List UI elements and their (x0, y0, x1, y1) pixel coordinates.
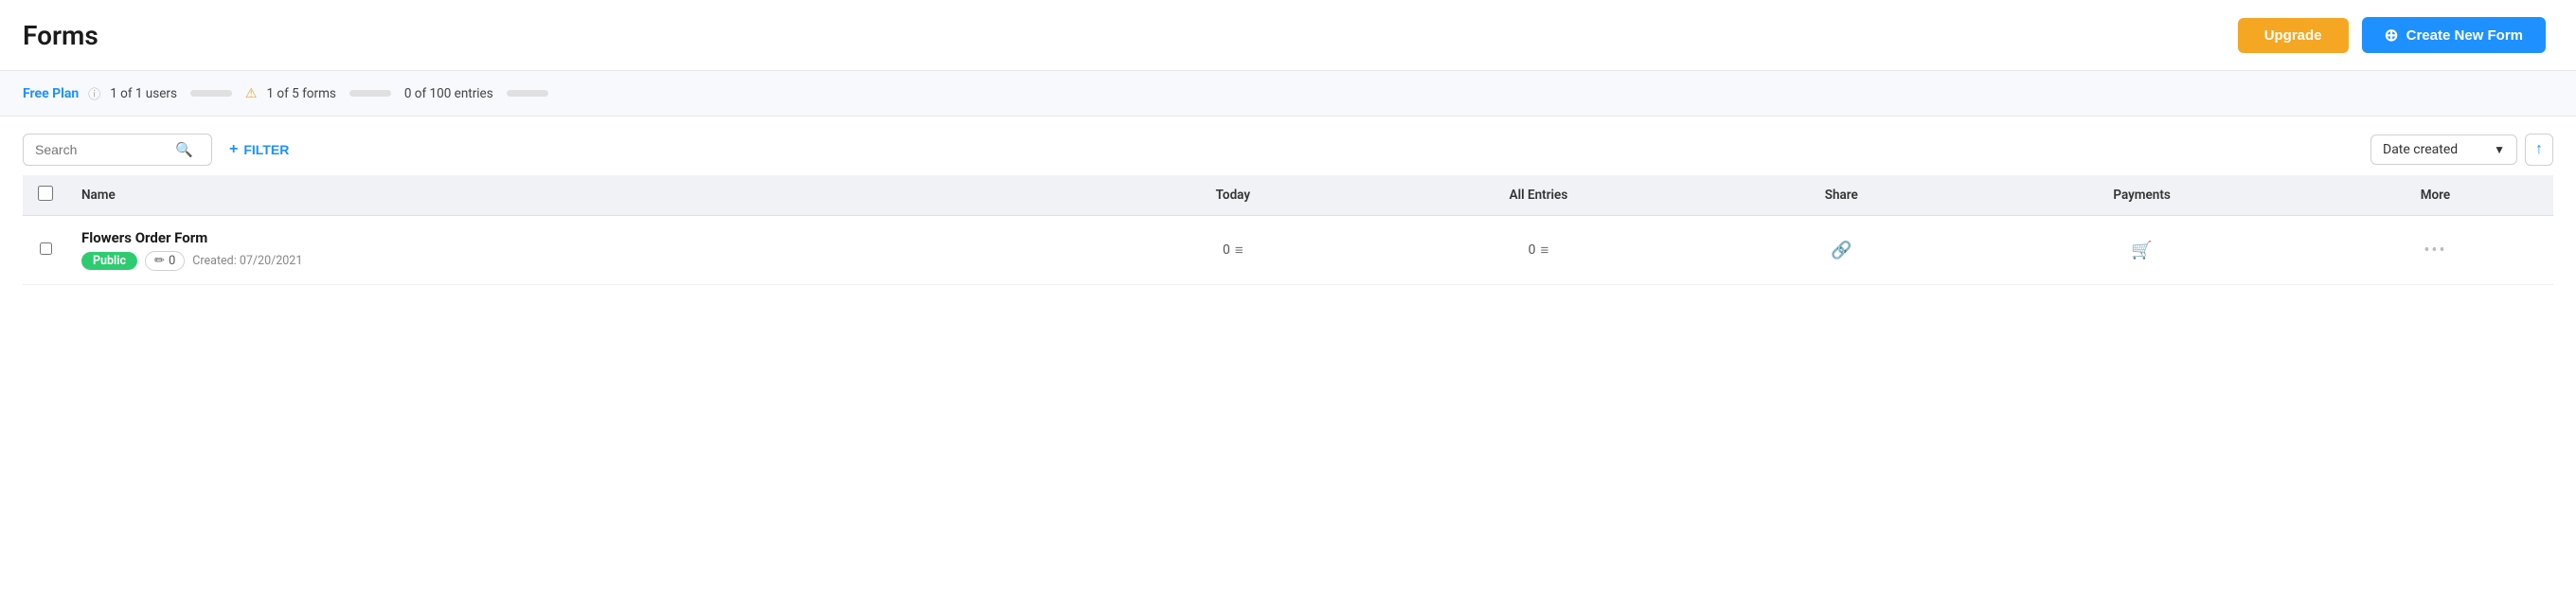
col-today: Today (1105, 175, 1361, 216)
entries-value: 0 (1529, 242, 1536, 258)
users-count: 1 of 1 users (110, 86, 177, 101)
page-header: Forms Upgrade ⊕ Create New Form (0, 0, 2576, 71)
edit-badge[interactable]: ✏ 0 (145, 251, 185, 271)
filter-label: FILTER (243, 142, 289, 157)
search-icon: 🔍 (175, 141, 193, 158)
sort-label: Date created (2383, 142, 2458, 157)
row-name-cell: Flowers Order Form Public ✏ 0 Created: 0… (68, 216, 1105, 285)
create-form-label: Create New Form (2406, 27, 2523, 44)
more-icon[interactable]: ••• (2424, 241, 2446, 260)
row-entries-cell: 0 ≡ (1361, 216, 1717, 285)
plus-circle-icon: ⊕ (2385, 27, 2399, 44)
search-input[interactable] (35, 142, 168, 157)
entries-count: 0 of 100 entries (404, 86, 493, 101)
toolbar-right: Date created ▼ ↑ (2370, 134, 2553, 166)
share-icon[interactable]: 🔗 (1831, 241, 1852, 260)
list-icon-entries: ≡ (1541, 242, 1549, 259)
checkbox-header (23, 175, 68, 216)
form-name: Flowers Order Form (81, 229, 1092, 246)
entries-count: 0 ≡ (1374, 242, 1704, 259)
forms-progress-bar (349, 90, 391, 97)
col-share: Share (1716, 175, 1966, 216)
chevron-down-icon: ▼ (2494, 143, 2505, 156)
toolbar: 🔍 + FILTER Date created ▼ ↑ (0, 117, 2576, 175)
col-all-entries: All Entries (1361, 175, 1717, 216)
row-payments-cell[interactable]: 🛒 (1966, 216, 2317, 285)
toolbar-left: 🔍 + FILTER (23, 134, 289, 166)
select-all-checkbox[interactable] (38, 186, 53, 201)
col-payments: Payments (1966, 175, 2317, 216)
plan-bar: Free Plan ⓘ 1 of 1 users ⚠ 1 of 5 forms … (0, 71, 2576, 117)
filter-plus-icon: + (229, 141, 238, 158)
form-meta: Public ✏ 0 Created: 07/20/2021 (81, 251, 1092, 271)
row-share-cell[interactable]: 🔗 (1716, 216, 1966, 285)
search-box[interactable]: 🔍 (23, 134, 212, 166)
col-more: More (2317, 175, 2553, 216)
today-value: 0 (1223, 242, 1230, 258)
create-form-button[interactable]: ⊕ Create New Form (2362, 17, 2546, 53)
row-today-cell: 0 ≡ (1105, 216, 1361, 285)
warning-icon: ⚠ (245, 86, 258, 101)
row-more-cell[interactable]: ••• (2317, 216, 2553, 285)
upgrade-button[interactable]: Upgrade (2238, 18, 2349, 53)
sort-up-icon: ↑ (2535, 141, 2543, 157)
row-checkbox-cell (23, 216, 68, 285)
created-date: Created: 07/20/2021 (192, 254, 302, 268)
table-row: Flowers Order Form Public ✏ 0 Created: 0… (23, 216, 2553, 285)
pencil-icon: ✏ (154, 254, 165, 268)
edit-count: 0 (169, 254, 175, 268)
header-actions: Upgrade ⊕ Create New Form (2238, 17, 2546, 53)
col-name: Name (68, 175, 1105, 216)
users-progress-bar (190, 90, 232, 97)
page-title: Forms (23, 20, 98, 51)
info-icon[interactable]: ⓘ (88, 84, 100, 102)
forms-count: 1 of 5 forms (266, 86, 335, 101)
table-wrap: Name Today All Entries Share Payments Mo… (0, 175, 2576, 285)
plan-label: Free Plan (23, 86, 79, 101)
forms-table: Name Today All Entries Share Payments Mo… (23, 175, 2553, 285)
filter-button[interactable]: + FILTER (229, 137, 289, 162)
sort-direction-button[interactable]: ↑ (2525, 134, 2553, 166)
cart-icon[interactable]: 🛒 (2131, 241, 2152, 260)
entries-progress-bar (507, 90, 548, 97)
table-header-row: Name Today All Entries Share Payments Mo… (23, 175, 2553, 216)
sort-select[interactable]: Date created ▼ (2370, 135, 2517, 165)
row-checkbox[interactable] (40, 242, 52, 255)
list-icon-today: ≡ (1235, 242, 1243, 259)
today-count: 0 ≡ (1118, 242, 1348, 259)
status-badge[interactable]: Public (81, 252, 137, 270)
